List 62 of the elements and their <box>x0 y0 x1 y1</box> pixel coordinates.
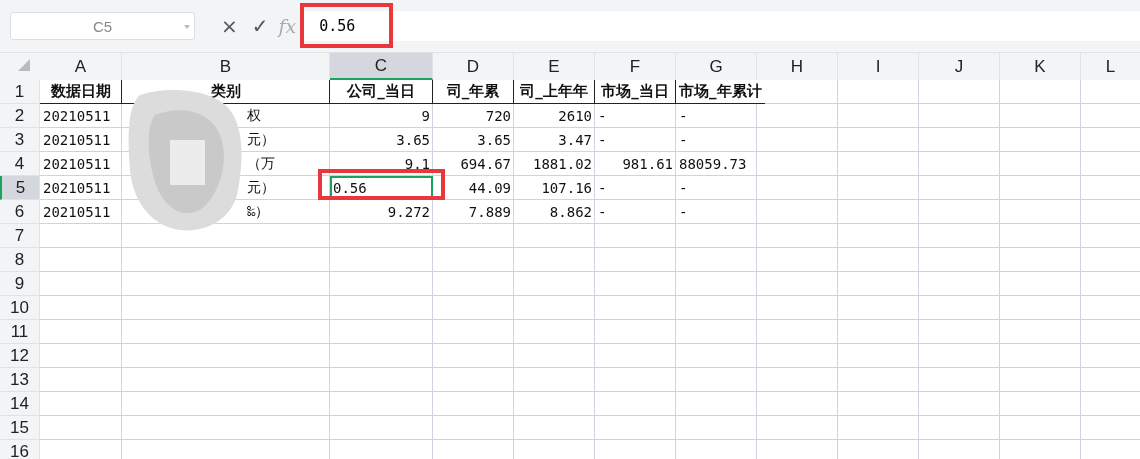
table-cell[interactable]: 9.1 <box>330 152 433 176</box>
cancel-button[interactable]: × <box>219 14 240 38</box>
table-cell[interactable]: 20210511 <box>40 200 122 224</box>
table-cell[interactable]: 720 <box>433 104 514 128</box>
dropdown-caret-icon[interactable] <box>184 25 190 29</box>
row-header[interactable]: 15 <box>0 416 40 440</box>
table-cell[interactable]: 981.61 <box>595 152 676 176</box>
table-cell[interactable]: - <box>595 128 676 152</box>
table-cell[interactable]: 元） <box>247 128 330 152</box>
row-header[interactable]: 8 <box>0 248 40 272</box>
table-cell[interactable]: 7.889 <box>433 200 514 224</box>
row-header[interactable]: 5 <box>0 176 40 200</box>
table-cell[interactable]: 88059.73 <box>676 152 757 176</box>
table-cell[interactable]: 9 <box>330 104 433 128</box>
table-cell[interactable]: 权 <box>247 104 330 128</box>
table-cell[interactable]: 20210511 <box>40 176 122 200</box>
row-header[interactable]: 7 <box>0 224 40 248</box>
name-box[interactable]: C5 <box>10 12 195 40</box>
table-cell[interactable]: - <box>676 104 757 128</box>
table-cell[interactable]: 司_上年年 <box>514 80 595 104</box>
table-cell[interactable]: 数据日期 <box>40 80 122 104</box>
table-cell[interactable]: 107.16 <box>514 176 595 200</box>
table-cell[interactable]: 1881.02 <box>514 152 595 176</box>
table-cell[interactable]: 3.65 <box>433 128 514 152</box>
table-cell[interactable]: 20210511 <box>40 152 122 176</box>
table-cell[interactable]: - <box>676 176 757 200</box>
table-cell[interactable]: 9.272 <box>330 200 433 224</box>
table-cell[interactable]: 694.67 <box>433 152 514 176</box>
table-cell[interactable]: 20210511 <box>40 128 122 152</box>
table-cell[interactable]: - <box>676 200 757 224</box>
table-cell[interactable]: 2610 <box>514 104 595 128</box>
table-cell[interactable]: 8.862 <box>514 200 595 224</box>
table-cell[interactable]: 20210511 <box>40 104 122 128</box>
row-header[interactable]: 13 <box>0 368 40 392</box>
row-header[interactable]: 9 <box>0 272 40 296</box>
table-cell[interactable]: - <box>595 200 676 224</box>
table-cell[interactable]: 司_年累 <box>433 80 514 104</box>
row-header[interactable]: 6 <box>0 200 40 224</box>
table-cell[interactable]: - <box>676 128 757 152</box>
row-header[interactable]: 1 <box>0 80 40 104</box>
row-header[interactable]: 12 <box>0 344 40 368</box>
confirm-button[interactable]: ✓ <box>249 14 271 38</box>
table-cell[interactable]: - <box>595 176 676 200</box>
row-header[interactable]: 14 <box>0 392 40 416</box>
row-header[interactable]: 11 <box>0 320 40 344</box>
row-header[interactable]: 3 <box>0 128 40 152</box>
table-cell[interactable]: 3.47 <box>514 128 595 152</box>
row-header[interactable]: 4 <box>0 152 40 176</box>
row-header[interactable]: 2 <box>0 104 40 128</box>
column-header[interactable]: C <box>330 53 433 80</box>
table-cell[interactable]: 元） <box>247 176 330 200</box>
table-cell[interactable]: 市场_当日 <box>595 80 676 104</box>
table-cell[interactable]: 公司_当日 <box>330 80 433 104</box>
table-cell[interactable]: - <box>595 104 676 128</box>
table-cell[interactable]: （万 <box>247 152 330 176</box>
table-cell[interactable]: 44.09 <box>433 176 514 200</box>
table-cell[interactable]: 市场_年累计 <box>676 80 765 104</box>
row-header[interactable]: 10 <box>0 296 40 320</box>
table-cell[interactable]: ‰） <box>247 200 330 224</box>
table-cell[interactable]: 0.56 <box>330 176 433 200</box>
table-cell[interactable]: 3.65 <box>330 128 433 152</box>
row-header[interactable]: 16 <box>0 440 40 459</box>
